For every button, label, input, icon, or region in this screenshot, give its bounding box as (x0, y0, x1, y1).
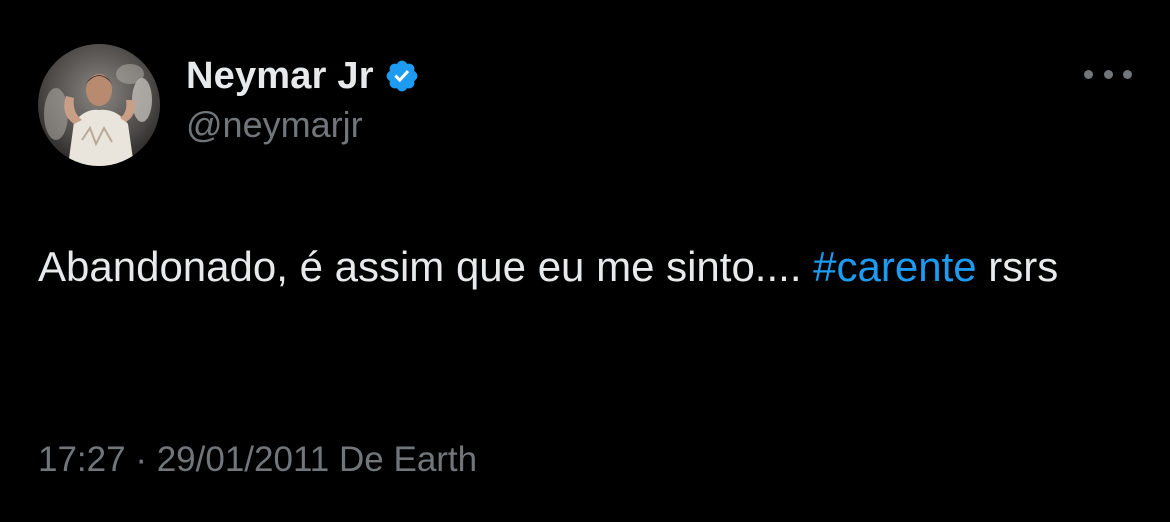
verified-badge-icon (384, 58, 420, 94)
more-dot (1103, 69, 1113, 79)
tweet-text: Abandonado, é assim que eu me sinto.... … (38, 236, 1138, 298)
tweet-date[interactable]: 29/01/2011 (157, 440, 330, 479)
more-dot (1084, 69, 1093, 79)
display-name[interactable]: Neymar Jr (186, 55, 374, 98)
tweet-header: Neymar Jr @neymarjr (186, 52, 420, 146)
tweet-card: Neymar Jr @neymarjr Abandonado, é assim … (0, 0, 1170, 522)
more-options-icon[interactable] (1084, 62, 1132, 86)
tweet-time[interactable]: 17:27 (38, 440, 126, 479)
avatar[interactable] (38, 44, 160, 166)
avatar-photo (38, 44, 160, 166)
tweet-text-tail: rsrs (976, 243, 1059, 290)
meta-separator: · (125, 440, 157, 479)
name-row: Neymar Jr (186, 52, 420, 100)
tweet-metadata: 17:27 · 29/01/2011 De Earth (38, 440, 477, 480)
more-dot (1123, 69, 1132, 79)
tweet-source: De Earth (329, 440, 478, 479)
hashtag-link[interactable]: #carente (813, 243, 976, 290)
tweet-text-main: Abandonado, é assim que eu me sinto.... (38, 243, 814, 290)
user-handle[interactable]: @neymarjr (186, 104, 420, 146)
